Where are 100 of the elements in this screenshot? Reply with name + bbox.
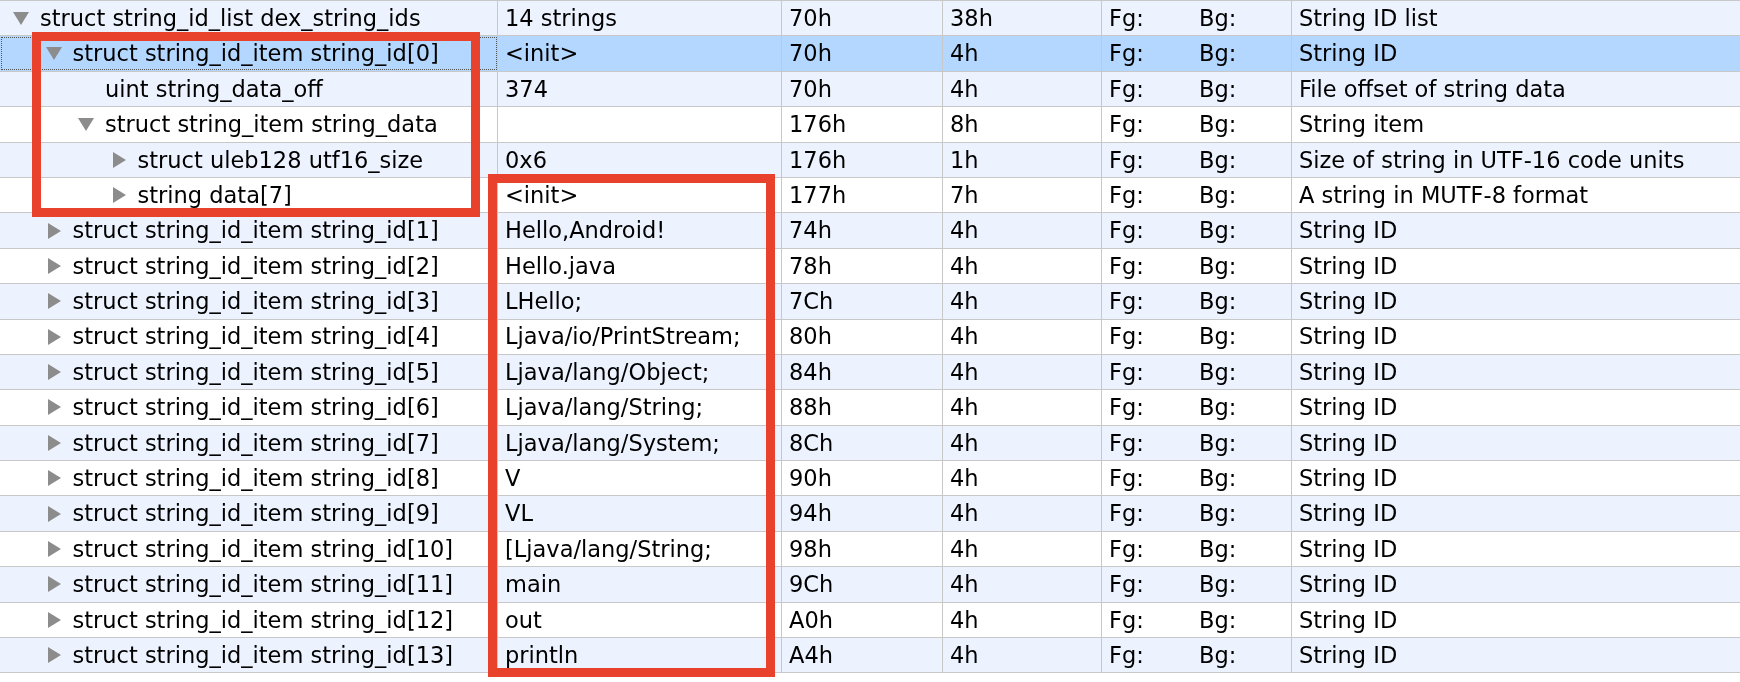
- table-row[interactable]: string data[7] <init> 177h 7h Fg: Bg: A string in MUTF-8 format: [0, 177, 1740, 214]
- table-row[interactable]: struct string_id_item string_id[13] println A4h 4h Fg: Bg: String ID: [0, 638, 1740, 674]
- comment-text: Size of string in UTF-16 code units: [1299, 148, 1685, 171]
- disclosure-triangle-icon[interactable]: [13, 11, 29, 25]
- comment-text: String ID: [1299, 643, 1398, 667]
- field-value: out: [505, 608, 542, 632]
- comment-text: String ID: [1299, 467, 1398, 490]
- size-value: 38h: [950, 6, 993, 30]
- field-name: struct string_id_item string_id[3]: [72, 290, 439, 313]
- table-row[interactable]: struct string_id_item string_id[8] V 90h 4h Fg: Bg: String ID: [0, 461, 1740, 497]
- foreground-color-label: Fg:: [1109, 254, 1145, 278]
- table-row[interactable]: struct string_id_item string_id[2] Hello.java 78h 4h Fg: Bg: String ID: [0, 248, 1740, 285]
- disclosure-triangle-icon[interactable]: [47, 647, 61, 664]
- disclosure-triangle-icon[interactable]: [47, 576, 61, 593]
- disclosure-triangle-icon[interactable]: [47, 434, 61, 451]
- comment-text: String ID: [1299, 219, 1398, 242]
- disclosure-triangle-icon[interactable]: [45, 47, 62, 61]
- table-row[interactable]: struct string_id_item string_id[1] Hello,Android! 74h 4h Fg: Bg: String ID: [0, 213, 1740, 249]
- field-name: struct string_id_item string_id[0]: [72, 42, 439, 65]
- table-row[interactable]: struct string_id_item string_id[12] out A0h 4h Fg: Bg: String ID: [0, 602, 1740, 639]
- foreground-color-label: Fg:: [1109, 643, 1145, 667]
- field-value: [Ljava/lang/String;: [505, 537, 712, 561]
- background-color-label: Bg:: [1199, 219, 1237, 242]
- foreground-color-label: Fg:: [1109, 396, 1145, 419]
- field-value: LHello;: [505, 290, 583, 313]
- field-name: uint string_data_off: [105, 77, 323, 101]
- foreground-color-label: Fg:: [1109, 537, 1145, 561]
- disclosure-triangle-icon[interactable]: [47, 541, 61, 558]
- start-offset: 8Ch: [789, 431, 834, 455]
- disclosure-triangle-icon[interactable]: [47, 293, 61, 310]
- start-offset: 70h: [789, 42, 832, 65]
- table-row[interactable]: struct string_id_item string_id[7] Ljava/lang/System; 8Ch 4h Fg: Bg: String ID: [0, 425, 1740, 462]
- table-row[interactable]: struct string_id_list dex_string_ids 14 strings 70h 38h Fg: Bg: String ID list: [0, 1, 1740, 37]
- start-offset: 9Ch: [789, 573, 834, 596]
- foreground-color-label: Fg:: [1109, 325, 1145, 348]
- foreground-color-label: Fg:: [1109, 360, 1145, 384]
- disclosure-triangle-icon[interactable]: [47, 399, 61, 416]
- comment-text: String item: [1299, 113, 1425, 136]
- table-row[interactable]: struct uleb128 utf16_size 0x6 176h 1h Fg: Bg: Size of string in UTF-16 code units: [0, 142, 1740, 178]
- table-row[interactable]: struct string_item string_data 176h 8h Fg: Bg: String item: [0, 107, 1740, 143]
- field-value: Ljava/lang/String;: [505, 396, 704, 419]
- size-value: 4h: [950, 502, 979, 525]
- size-value: 4h: [950, 537, 979, 561]
- size-value: 4h: [950, 254, 979, 278]
- disclosure-triangle-icon[interactable]: [112, 187, 126, 204]
- foreground-color-label: Fg:: [1109, 608, 1145, 632]
- start-offset: 98h: [789, 537, 832, 561]
- field-name: struct string_id_item string_id[6]: [72, 396, 439, 419]
- background-color-label: Bg:: [1199, 643, 1237, 667]
- background-color-label: Bg:: [1199, 6, 1237, 30]
- size-value: 4h: [950, 360, 979, 384]
- disclosure-triangle-icon[interactable]: [47, 505, 61, 522]
- table-row[interactable]: struct string_id_item string_id[3] LHello; 7Ch 4h Fg: Bg: String ID: [0, 284, 1740, 320]
- comment-text: File offset of string data: [1299, 77, 1566, 101]
- background-color-label: Bg:: [1199, 608, 1237, 632]
- size-value: 4h: [950, 396, 979, 419]
- field-name: struct string_id_item string_id[7]: [72, 431, 439, 455]
- start-offset: 90h: [789, 467, 832, 490]
- size-value: 4h: [950, 219, 979, 242]
- start-offset: 80h: [789, 325, 832, 348]
- field-name: struct string_id_item string_id[12]: [72, 608, 454, 632]
- table-row[interactable]: struct string_id_item string_id[4] Ljava/io/PrintStream; 80h 4h Fg: Bg: String ID: [0, 319, 1740, 355]
- start-offset: A4h: [789, 643, 833, 667]
- background-color-label: Bg:: [1199, 537, 1237, 561]
- background-color-label: Bg:: [1199, 42, 1237, 65]
- field-value: Ljava/io/PrintStream;: [505, 325, 741, 348]
- field-name: struct string_id_item string_id[11]: [72, 573, 454, 596]
- table-row[interactable]: struct string_id_item string_id[5] Ljava/lang/Object; 84h 4h Fg: Bg: String ID: [0, 354, 1740, 391]
- size-value: 4h: [950, 77, 979, 101]
- field-name: struct string_id_list dex_string_ids: [40, 6, 421, 30]
- background-color-label: Bg:: [1199, 396, 1237, 419]
- disclosure-triangle-icon[interactable]: [47, 328, 61, 345]
- background-color-label: Bg:: [1199, 502, 1237, 525]
- disclosure-triangle-icon[interactable]: [47, 257, 61, 274]
- field-name: struct uleb128 utf16_size: [137, 148, 424, 171]
- disclosure-triangle-icon[interactable]: [47, 222, 61, 239]
- table-row[interactable]: struct string_id_item string_id[9] VL 94h 4h Fg: Bg: String ID: [0, 496, 1740, 532]
- start-offset: 88h: [789, 396, 832, 419]
- table-row[interactable]: uint string_data_off 374 70h 4h Fg: Bg: File offset of string data: [0, 71, 1740, 108]
- disclosure-triangle-icon[interactable]: [47, 364, 61, 381]
- start-offset: 7Ch: [789, 290, 834, 313]
- field-value: 374: [505, 77, 548, 101]
- table-row[interactable]: struct string_id_item string_id[10] [Ljava/lang/String; 98h 4h Fg: Bg: String ID: [0, 531, 1740, 568]
- disclosure-triangle-icon[interactable]: [112, 151, 126, 168]
- field-value: VL: [505, 502, 533, 525]
- background-color-label: Bg:: [1199, 77, 1237, 101]
- background-color-label: Bg:: [1199, 467, 1237, 490]
- comment-text: String ID: [1299, 573, 1398, 596]
- comment-text: String ID: [1299, 537, 1398, 561]
- comment-text: String ID list: [1299, 6, 1438, 30]
- foreground-color-label: Fg:: [1109, 573, 1145, 596]
- foreground-color-label: Fg:: [1109, 113, 1145, 136]
- table-row[interactable]: struct string_id_item string_id[6] Ljava/lang/String; 88h 4h Fg: Bg: String ID: [0, 390, 1740, 426]
- disclosure-triangle-icon[interactable]: [47, 470, 61, 487]
- disclosure-triangle-icon[interactable]: [47, 611, 61, 628]
- background-color-label: Bg:: [1199, 113, 1237, 136]
- field-value: Ljava/lang/Object;: [505, 360, 710, 384]
- table-row[interactable]: struct string_id_item string_id[11] main 9Ch 4h Fg: Bg: String ID: [0, 567, 1740, 603]
- disclosure-triangle-icon[interactable]: [78, 117, 94, 131]
- foreground-color-label: Fg:: [1109, 77, 1145, 101]
